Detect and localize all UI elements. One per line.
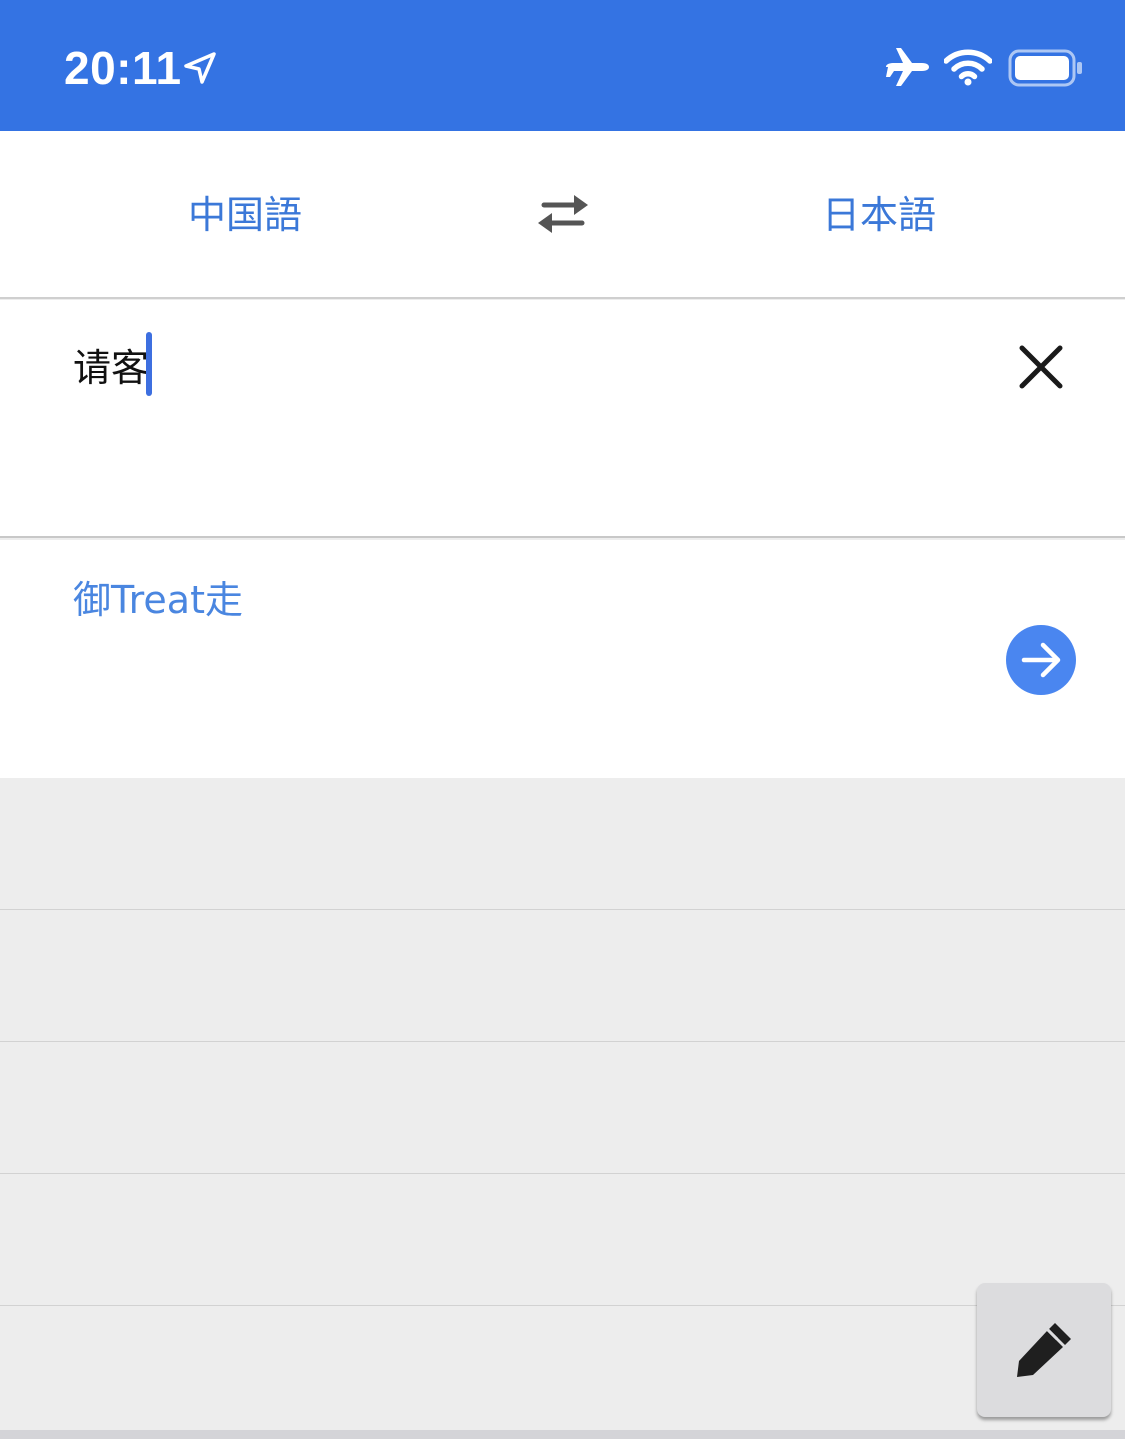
close-icon[interactable] xyxy=(1014,340,1068,394)
translation-result[interactable]: 御Treat走 xyxy=(0,540,1125,778)
go-button[interactable] xyxy=(1006,625,1076,695)
history-row[interactable] xyxy=(0,778,1125,910)
wifi-icon xyxy=(944,49,992,86)
airplane-icon xyxy=(886,48,929,86)
keyboard-edge xyxy=(0,1430,1125,1439)
history-row[interactable] xyxy=(0,1174,1125,1306)
swap-arrows-icon[interactable] xyxy=(534,191,592,237)
history-row[interactable] xyxy=(0,1042,1125,1174)
location-arrow-icon xyxy=(184,52,216,84)
pen-icon xyxy=(1017,1321,1071,1377)
status-time: 20:11 xyxy=(64,42,182,94)
source-language-button[interactable]: 中国語 xyxy=(188,189,302,241)
language-bar: 中国語 日本語 xyxy=(0,131,1125,299)
translate-screen: 20:11 中国語 日本語 请客 御Treat走 xyxy=(0,0,1125,1439)
target-language-button[interactable]: 日本語 xyxy=(822,189,936,241)
history-row[interactable] xyxy=(0,910,1125,1042)
translation-text: 御Treat走 xyxy=(73,578,243,622)
arrow-right-circle-icon xyxy=(1021,642,1061,678)
input-text[interactable]: 请客 xyxy=(73,342,149,394)
handwriting-button[interactable] xyxy=(977,1283,1111,1417)
status-bar: 20:11 xyxy=(0,0,1125,131)
battery-icon xyxy=(1008,49,1082,87)
text-caret xyxy=(146,332,152,396)
history-row[interactable] xyxy=(0,1306,1125,1438)
source-text-input[interactable]: 请客 xyxy=(0,300,1125,538)
